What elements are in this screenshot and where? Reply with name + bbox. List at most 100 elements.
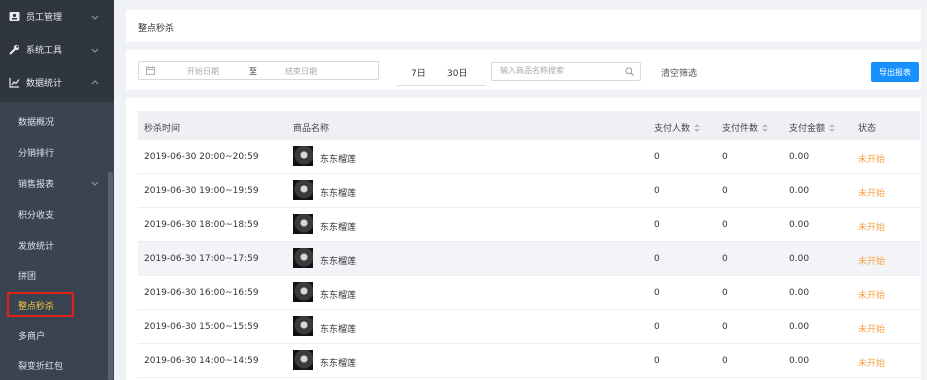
sidebar: 员工管理 系统工具 数据统计 数据概况 分销排行 销售报表 积分收支 发放统计 … — [0, 0, 114, 380]
quick-range-7-days[interactable]: 7日 — [411, 66, 426, 79]
cell-payers: 0 — [654, 356, 660, 366]
table-header: 秒杀时间 商品名称 支付人数 支付件数 支付金额 状态 — [138, 111, 920, 140]
product-thumbnail — [293, 180, 313, 200]
cell-payers: 0 — [654, 288, 660, 298]
flash-sale-table: 秒杀时间 商品名称 支付人数 支付件数 支付金额 状态 2019-06-30 2… — [126, 98, 921, 380]
active-highlight-box — [7, 292, 74, 317]
sidebar-scrollbar[interactable] — [108, 172, 113, 380]
sidebar-item-issuance[interactable]: 发放统计 — [0, 230, 114, 260]
table-row: 2019-06-30 15:00~15:59 东东榴莲 0 0 0.00 未开始 — [138, 310, 920, 344]
sidebar-item-label: 数据统计 — [26, 79, 63, 89]
sidebar-item-multi-merchant[interactable]: 多商户 — [0, 320, 114, 350]
sort-icon[interactable] — [694, 124, 701, 133]
product-thumbnail — [293, 316, 313, 336]
product-search-box[interactable] — [491, 62, 641, 81]
date-separator: 至 — [249, 67, 257, 76]
page-header: 整点秒杀 — [126, 10, 921, 42]
sidebar-item-label: 裂变折红包 — [18, 361, 64, 372]
sidebar-item-group-buy[interactable]: 拼团 — [0, 260, 114, 290]
table-row: 2019-06-30 20:00~20:59 东东榴莲 0 0 0.00 未开始 — [138, 140, 920, 174]
date-range-picker[interactable]: 开始日期 至 结束日期 — [138, 61, 379, 80]
sidebar-item-label: 系统工具 — [26, 46, 63, 56]
sidebar-item-stats[interactable]: 数据统计 — [0, 66, 114, 99]
cell-items: 0 — [722, 152, 728, 162]
sidebar-item-label: 拼团 — [18, 271, 37, 282]
chevron-down-icon — [90, 12, 100, 22]
cell-status: 未开始 — [858, 325, 886, 335]
sidebar-item-tools[interactable]: 系统工具 — [0, 33, 114, 66]
product-thumbnail — [293, 214, 313, 234]
sort-icon[interactable] — [762, 124, 769, 133]
quick-range-30-days[interactable]: 30日 — [447, 66, 467, 79]
sidebar-item-fission-redpacket[interactable]: 裂变折红包 — [0, 350, 114, 380]
cell-items: 0 — [722, 288, 728, 298]
sort-icon[interactable] — [829, 124, 836, 133]
cell-status: 未开始 — [858, 223, 886, 233]
column-header-status: 状态 — [858, 124, 877, 134]
cell-payers: 0 — [654, 186, 660, 196]
product-thumbnail — [293, 248, 313, 268]
column-label: 支付金额 — [789, 124, 826, 134]
column-label: 支付件数 — [722, 124, 759, 134]
cell-time: 2019-06-30 17:00~17:59 — [144, 254, 259, 264]
cell-time: 2019-06-30 15:00~15:59 — [144, 322, 259, 332]
table-row: 2019-06-30 14:00~14:59 东东榴莲 0 0 0.00 未开始 — [138, 344, 920, 378]
cell-amount: 0.00 — [789, 356, 810, 366]
chevron-down-icon — [90, 178, 100, 188]
cell-product-name: 东东榴莲 — [320, 359, 357, 369]
sidebar-item-staff[interactable]: 员工管理 — [0, 0, 114, 33]
table-row: 2019-06-30 17:00~17:59 东东榴莲 0 0 0.00 未开始 — [138, 242, 920, 276]
cell-time: 2019-06-30 18:00~18:59 — [144, 220, 259, 230]
cell-amount: 0.00 — [789, 186, 810, 196]
cell-product-name: 东东榴莲 — [320, 189, 357, 199]
cell-status: 未开始 — [858, 189, 886, 199]
cell-items: 0 — [722, 254, 728, 264]
cell-product-name: 东东榴莲 — [320, 257, 357, 267]
column-header-amount[interactable]: 支付金额 — [789, 121, 836, 134]
cell-time: 2019-06-30 20:00~20:59 — [144, 152, 259, 162]
cell-payers: 0 — [654, 152, 660, 162]
cell-status: 未开始 — [858, 291, 886, 301]
cell-product-name: 东东榴莲 — [320, 325, 357, 335]
table-row: 2019-06-30 18:00~18:59 东东榴莲 0 0 0.00 未开始 — [138, 208, 920, 242]
cell-status: 未开始 — [858, 359, 886, 369]
sidebar-item-label: 员工管理 — [26, 13, 63, 23]
column-header-payers[interactable]: 支付人数 — [654, 121, 701, 134]
product-thumbnail — [293, 146, 313, 166]
clear-filters-button[interactable]: 清空筛选 — [661, 66, 697, 79]
cell-status: 未开始 — [858, 155, 886, 165]
cell-product-name: 东东榴莲 — [320, 223, 357, 233]
cell-payers: 0 — [654, 254, 660, 264]
product-thumbnail — [293, 350, 313, 370]
sidebar-item-label: 销售报表 — [18, 179, 55, 190]
search-icon[interactable] — [625, 67, 634, 76]
cell-items: 0 — [722, 186, 728, 196]
cell-payers: 0 — [654, 322, 660, 332]
sidebar-item-points[interactable]: 积分收支 — [0, 199, 114, 229]
cell-amount: 0.00 — [789, 152, 810, 162]
chevron-down-icon — [90, 45, 100, 55]
column-header-items[interactable]: 支付件数 — [722, 121, 769, 134]
sidebar-item-sales-report[interactable]: 销售报表 — [0, 168, 114, 198]
export-report-button[interactable]: 导出报表 — [871, 62, 919, 82]
cell-amount: 0.00 — [789, 254, 810, 264]
column-header-time: 秒杀时间 — [144, 124, 181, 134]
sidebar-item-distribution-rank[interactable]: 分销排行 — [0, 137, 114, 167]
product-search-input[interactable] — [500, 66, 620, 75]
cell-amount: 0.00 — [789, 288, 810, 298]
quick-range-underline — [396, 85, 486, 86]
product-thumbnail — [293, 282, 313, 302]
chart-icon — [8, 77, 20, 89]
wrench-icon — [8, 44, 20, 56]
start-date-placeholder[interactable]: 开始日期 — [187, 66, 219, 77]
cell-amount: 0.00 — [789, 322, 810, 332]
calendar-icon — [146, 66, 155, 75]
cell-time: 2019-06-30 16:00~16:59 — [144, 288, 259, 298]
cell-product-name: 东东榴莲 — [320, 155, 357, 165]
sidebar-item-label: 分销排行 — [18, 148, 55, 159]
cell-status: 未开始 — [858, 257, 886, 267]
cell-time: 2019-06-30 19:00~19:59 — [144, 186, 259, 196]
sidebar-item-label: 多商户 — [18, 331, 46, 342]
sidebar-item-overview[interactable]: 数据概况 — [0, 106, 114, 136]
end-date-placeholder[interactable]: 结束日期 — [285, 66, 317, 77]
